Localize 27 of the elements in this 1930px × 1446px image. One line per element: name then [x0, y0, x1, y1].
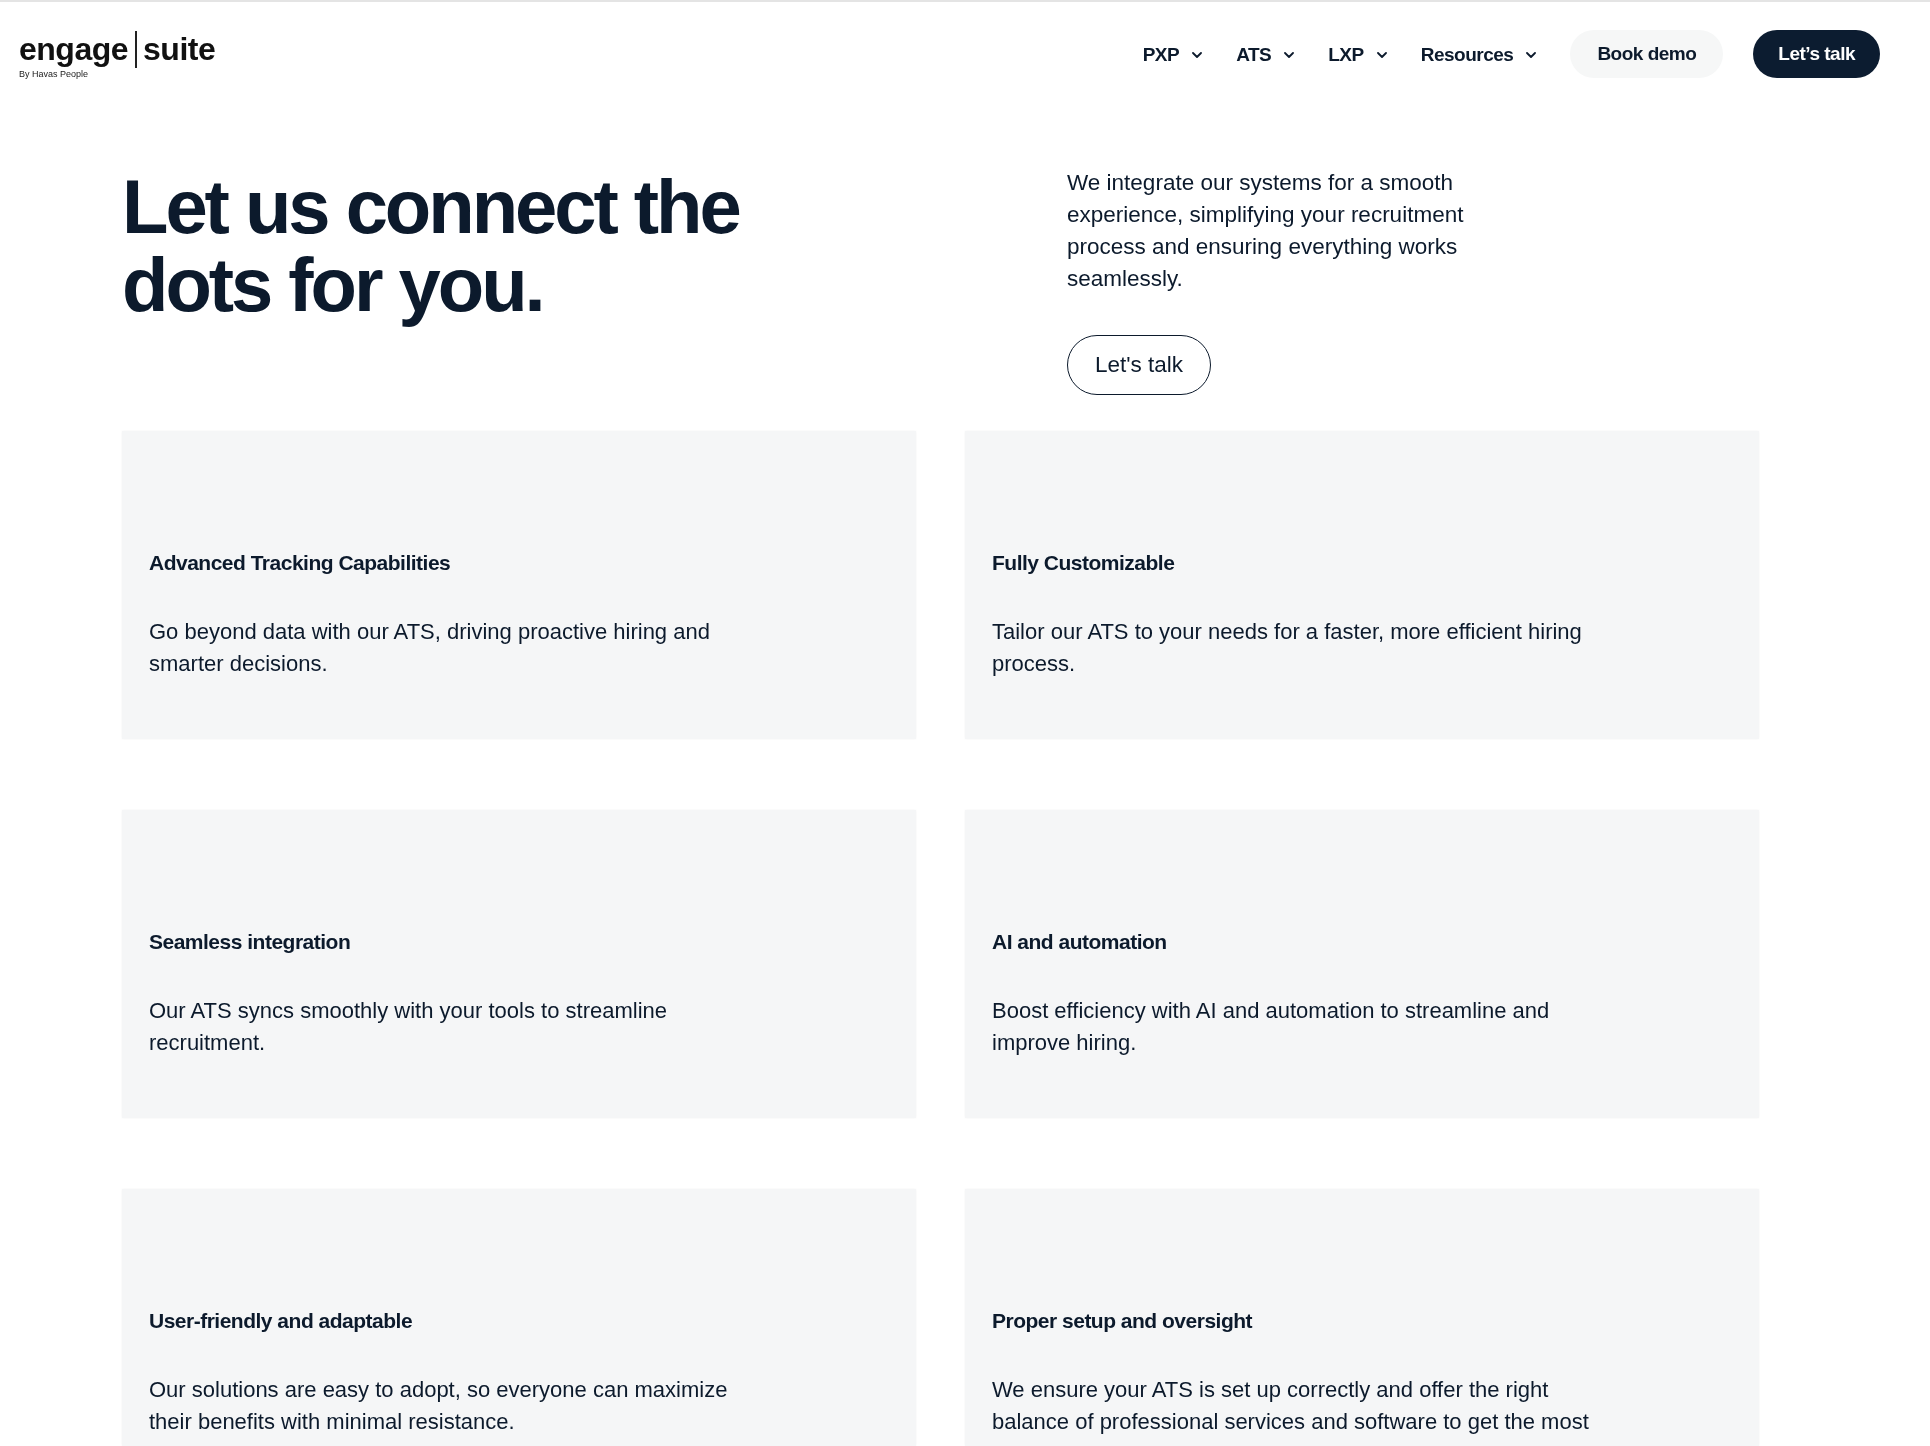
card-description: Our ATS syncs smoothly with your tools to streamline recruitment. — [149, 997, 668, 1057]
card-description: Boost efficiency with AI and automation to streamline and improve hiring. — [992, 997, 1551, 1057]
card-description: Tailor our ATS to your needs for a faster, more efficient hiring process. — [992, 618, 1583, 678]
demo-button[interactable]: Book demo — [1570, 30, 1724, 78]
card-title: Fully Customizable — [992, 550, 1176, 576]
hero-text: We integrate our systems for a smooth experience, simplifying your recruitment process and ensuring everything works seamlessly. — [1067, 169, 1465, 293]
chevron-down-icon — [1192, 51, 1203, 58]
card-title: Advanced Tracking Capabilities — [149, 550, 452, 576]
card-description: Go beyond data with our ATS, driving proactive hiring and smarter decisions. — [149, 618, 711, 678]
talk-button[interactable]: Let's talk — [1067, 335, 1212, 395]
nav-menu-item[interactable]: LXP — [1328, 43, 1387, 66]
logo-tagline: By Havas People — [19, 68, 89, 80]
nav-menu-item[interactable]: PXP — [1142, 43, 1203, 66]
chevron-down-icon — [1284, 51, 1295, 58]
card-title: AI and automation — [992, 929, 1168, 955]
chevron-down-icon — [1376, 51, 1387, 58]
cta-button[interactable]: Let’s talk — [1753, 30, 1880, 78]
card-title: Seamless integration — [149, 929, 352, 955]
nav-menu-item[interactable]: Resources — [1420, 43, 1537, 66]
logo-wordmark: engage — [19, 30, 129, 68]
nav-menu-item[interactable]: ATS — [1236, 43, 1295, 66]
chevron-down-icon — [1526, 51, 1537, 58]
logo-wordmark: suite — [143, 30, 216, 68]
card-description: Our solutions are easy to adopt, so everyone can maximize their benefits with minimal resistance. — [149, 1376, 729, 1436]
card-title: Proper setup and oversight — [992, 1308, 1254, 1334]
card-description: We ensure your ATS is set up correctly and offer the right balance of professional services and software to get the most — [992, 1376, 1590, 1436]
card-title: User-friendly and adaptable — [149, 1308, 414, 1334]
